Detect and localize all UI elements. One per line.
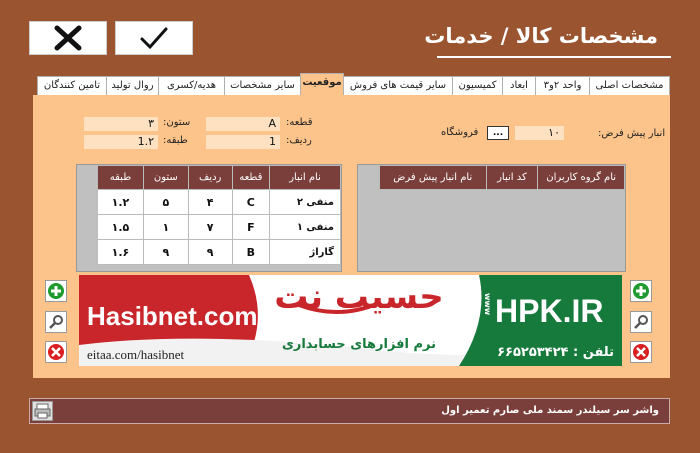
banner-right-prefix: www [483, 293, 492, 316]
banner-left-brand: Hasibnet.com [87, 301, 258, 331]
warehouse-table: نام انبار قطعه ردیف ستون طبقه منفی ۲ C ۴… [97, 165, 341, 265]
ok-button[interactable] [115, 21, 193, 55]
delete-icon [633, 344, 649, 360]
cell-row: ۷ [187, 214, 233, 240]
column-field[interactable]: ۳ [84, 117, 158, 131]
cell-column: ۵ [142, 189, 189, 215]
section-label: قطعه: [286, 117, 313, 128]
banner-right-brand: HPK.IR [495, 293, 604, 329]
page-title: مشخصات کالا / خدمات [424, 24, 658, 48]
row-field[interactable]: 1 [206, 135, 280, 149]
cell-column: ۹ [142, 239, 189, 265]
col-shelf[interactable]: طبقه [97, 165, 144, 190]
advertisement-banner[interactable]: Hasibnet.com eitaa.com/hasibnet حسیب نت … [79, 275, 622, 366]
tab-production[interactable]: روال تولید [106, 76, 159, 95]
cell-shelf: ۱.۵ [97, 214, 144, 240]
user-group-grid: نام گروه کاربران کد انبار نام انبار پیش … [357, 164, 626, 272]
tab-bar: مشخصات اصلی واحد ۲و۳ ابعاد کمیسیون سایر … [33, 73, 670, 95]
cell-name: منفی ۲ [269, 189, 341, 215]
cell-section: F [231, 214, 271, 240]
cell-section: C [231, 189, 271, 215]
delete-user-group-button[interactable] [630, 341, 652, 363]
col-row[interactable]: ردیف [187, 165, 233, 190]
row-label: ردیف: [286, 135, 312, 146]
printer-icon[interactable] [32, 401, 53, 421]
section-field[interactable]: A [206, 117, 280, 131]
table-row[interactable]: منفی ۱ F ۷ ۱ ۱.۵ [97, 214, 341, 240]
tab-units[interactable]: واحد ۲و۳ [535, 76, 590, 95]
warehouse-lookup-button[interactable]: ... [487, 126, 509, 140]
shelf-field[interactable]: 1.۲ [84, 135, 158, 149]
banner-phone-label: تلفن : [573, 345, 614, 360]
cell-section: B [231, 239, 271, 265]
plus-icon [633, 283, 649, 299]
title-underline [437, 56, 671, 58]
search-user-group-button[interactable] [630, 311, 652, 333]
tab-dimensions[interactable]: ابعاد [502, 76, 536, 95]
cell-name: منفی ۱ [269, 214, 341, 240]
store-label: فروشگاه [441, 127, 479, 138]
table-row[interactable]: منفی ۲ C ۴ ۵ ۱.۲ [97, 189, 341, 215]
cell-shelf: ۱.۶ [97, 239, 144, 265]
table-row[interactable]: گاراژ B ۹ ۹ ۱.۶ [97, 239, 341, 265]
cancel-button[interactable] [29, 21, 107, 55]
col-section[interactable]: قطعه [231, 165, 271, 190]
col-default-warehouse[interactable]: نام انبار پیش فرض [379, 165, 487, 190]
check-icon [140, 27, 168, 50]
tab-main-specs[interactable]: مشخصات اصلی [589, 76, 670, 95]
x-icon [54, 25, 82, 51]
add-warehouse-button[interactable] [45, 280, 67, 302]
banner-center-brand: حسیب نت [274, 277, 444, 317]
col-column[interactable]: ستون [142, 165, 189, 190]
banner-left-url: eitaa.com/hasibnet [87, 347, 185, 362]
status-bar: واشر سر سیلندر سمند ملی صارم تعمیر اول [29, 398, 670, 424]
tab-location[interactable]: موقعیت [300, 73, 344, 95]
add-user-group-button[interactable] [630, 280, 652, 302]
delete-icon [48, 344, 64, 360]
banner-center-tagline: نرم افزارهای حسابداری [281, 337, 437, 352]
col-warehouse-code[interactable]: کد انبار [485, 165, 539, 190]
col-warehouse-name[interactable]: نام انبار [269, 165, 341, 190]
plus-icon [48, 283, 64, 299]
search-warehouse-button[interactable] [45, 311, 67, 333]
tab-commission[interactable]: کمیسیون [452, 76, 503, 95]
default-warehouse-label: انبار پیش فرض: [598, 128, 666, 139]
tab-sale-prices[interactable]: سایر قیمت های فروش [343, 76, 453, 95]
shelf-label: طبقه: [163, 135, 188, 146]
banner-phone-number: ۶۶۵۲۵۳۴۲۴ [497, 345, 569, 360]
delete-warehouse-button[interactable] [45, 341, 67, 363]
cell-row: ۹ [187, 239, 233, 265]
warehouse-grid: نام انبار قطعه ردیف ستون طبقه منفی ۲ C ۴… [76, 164, 342, 272]
col-user-group[interactable]: نام گروه کاربران [537, 165, 625, 190]
cell-row: ۴ [187, 189, 233, 215]
default-warehouse-field[interactable]: ۱۰ [515, 126, 564, 140]
tab-suppliers[interactable]: تامین کنندگان [37, 76, 107, 95]
search-icon [634, 315, 648, 329]
tab-gift-discount[interactable]: هدیه/کسری [158, 76, 225, 95]
user-group-table: نام گروه کاربران کد انبار نام انبار پیش … [379, 165, 625, 190]
cell-column: ۱ [142, 214, 189, 240]
tab-other-specs[interactable]: سایر مشخصات [224, 76, 301, 95]
cell-shelf: ۱.۲ [97, 189, 144, 215]
column-label: ستون: [163, 117, 191, 128]
cell-name: گاراژ [269, 239, 341, 265]
status-text: واشر سر سیلندر سمند ملی صارم تعمیر اول [441, 405, 659, 416]
banner-phone: تلفن : ۶۶۵۲۵۳۴۲۴ [497, 345, 614, 360]
search-icon [49, 315, 63, 329]
